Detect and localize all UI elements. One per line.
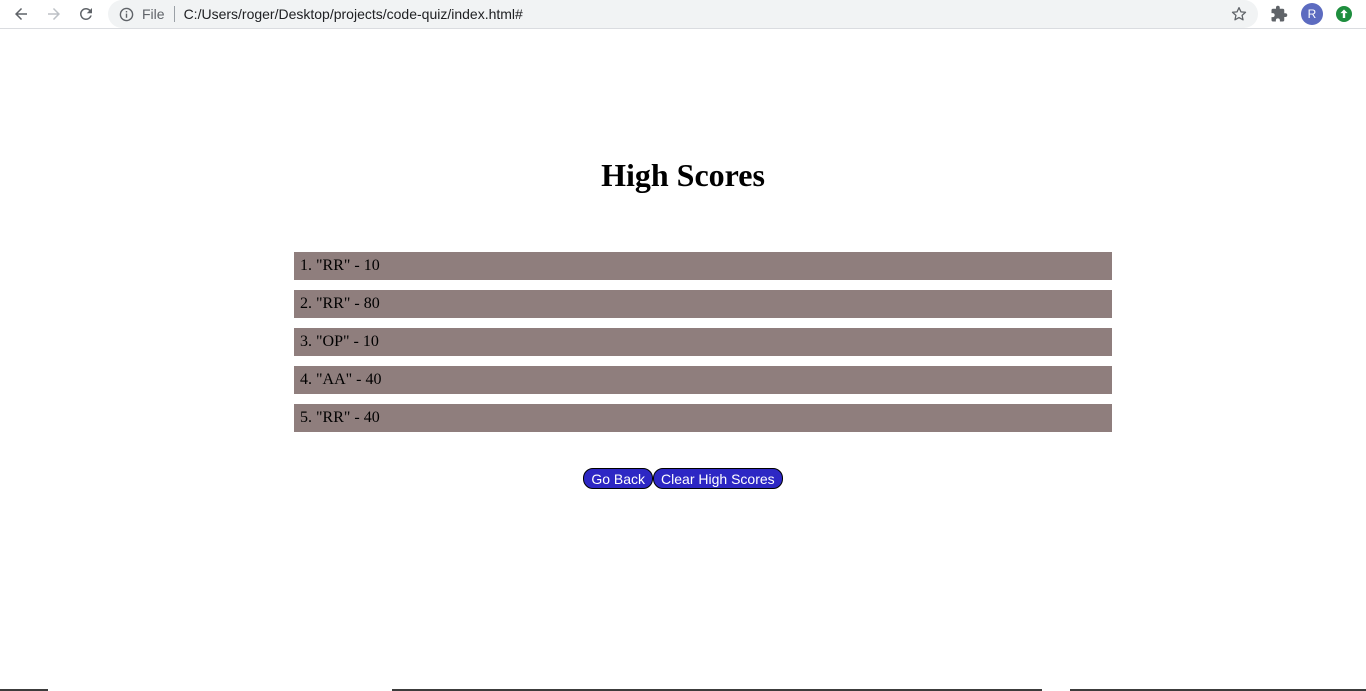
info-icon[interactable]	[118, 6, 134, 22]
score-item: 2. "RR" - 80	[294, 290, 1112, 318]
scheme-label: File	[142, 6, 165, 22]
browser-toolbar: File C:/Users/roger/Desktop/projects/cod…	[0, 0, 1366, 29]
address-bar[interactable]: File C:/Users/roger/Desktop/projects/cod…	[108, 0, 1258, 28]
score-item: 5. "RR" - 40	[294, 404, 1112, 432]
score-item: 3. "OP" - 10	[294, 328, 1112, 356]
reload-icon[interactable]	[74, 2, 98, 26]
score-list: 1. "RR" - 10 2. "RR" - 80 3. "OP" - 10 4…	[294, 252, 1112, 442]
profile-initial: R	[1307, 7, 1317, 21]
score-item: 4. "AA" - 40	[294, 366, 1112, 394]
back-arrow-icon[interactable]	[9, 2, 33, 26]
avatar[interactable]: R	[1301, 3, 1323, 25]
puzzle-icon[interactable]	[1270, 5, 1288, 23]
page-title: High Scores	[601, 157, 765, 193]
omnibox-divider	[173, 6, 175, 22]
go-back-button[interactable]: Go Back	[583, 468, 654, 489]
forward-arrow-icon[interactable]	[42, 2, 66, 26]
score-item: 1. "RR" - 10	[294, 252, 1112, 280]
button-row: Go Back Clear High Scores	[0, 468, 1366, 489]
star-icon[interactable]	[1230, 5, 1248, 23]
update-arrow-icon[interactable]	[1335, 5, 1353, 23]
clear-high-scores-button[interactable]: Clear High Scores	[653, 468, 783, 489]
url-text[interactable]: C:/Users/roger/Desktop/projects/code-qui…	[184, 6, 523, 22]
